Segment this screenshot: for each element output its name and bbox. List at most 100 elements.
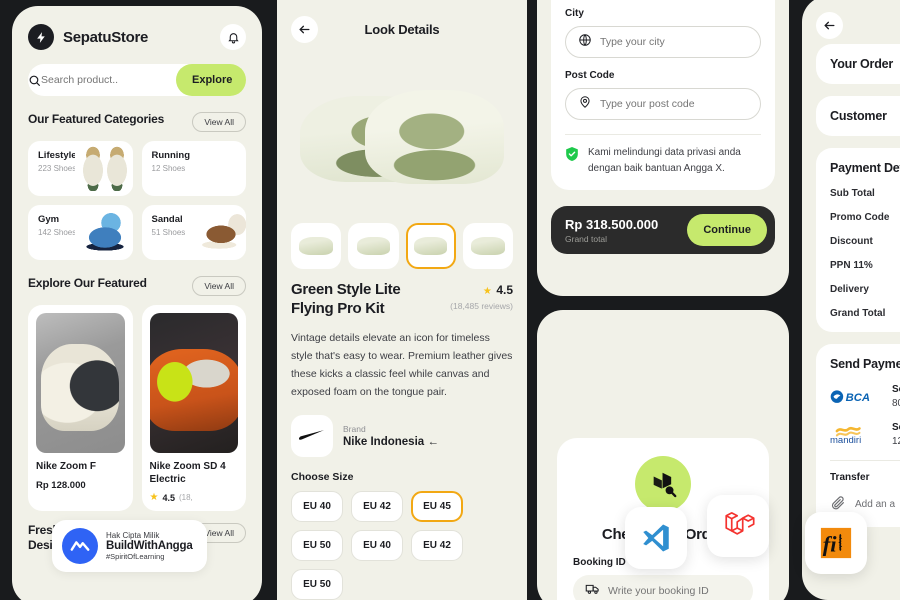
divider (830, 460, 900, 461)
rating-value: 4.5 (496, 283, 513, 297)
category-card[interactable]: Running 12 Shoes (141, 141, 246, 196)
size-option[interactable]: EU 50 (291, 568, 343, 600)
watermark-line-1: Hak Cipta Milik (106, 531, 160, 540)
look-details-screen: Look Details Green Style Lite Flying Pro… (277, 0, 527, 600)
page-title: Look Details (364, 21, 440, 37)
back-arrow-icon[interactable] (816, 11, 843, 39)
svg-text:fi: fi (823, 532, 838, 557)
postcode-field[interactable] (565, 88, 761, 120)
payment-row: Grand Total (830, 308, 886, 319)
booking-id-input[interactable] (608, 585, 741, 597)
address-form-card: City Post Code (551, 0, 775, 190)
your-order-card[interactable]: Your Order (816, 44, 900, 84)
thumbnail-item[interactable] (462, 223, 513, 269)
size-option[interactable]: EU 42 (351, 490, 403, 522)
city-input[interactable] (600, 36, 748, 48)
featured-categories-view-all[interactable]: View All (192, 112, 246, 132)
search-bar[interactable]: Explore (28, 64, 246, 96)
continue-button[interactable]: Continue (687, 214, 767, 246)
nike-swoosh-icon (291, 414, 333, 457)
postcode-label: Post Code (565, 70, 615, 81)
star-icon: ★ (149, 492, 159, 503)
explore-featured-title: Explore Our Featured (28, 276, 147, 290)
copyright-watermark: Hak Cipta Milik BuildWithAngga #SpiritOf… (52, 520, 207, 572)
payment-row: Discount (830, 236, 873, 247)
product-name: Nike Zoom SD 4 Electric (149, 461, 226, 485)
svg-text:mandiri: mandiri (830, 435, 861, 444)
star-icon: ★ (482, 286, 492, 297)
shield-check-icon (565, 145, 579, 167)
notification-bell-icon[interactable] (220, 24, 246, 50)
buildwithangga-logo-icon (62, 528, 98, 564)
size-option-selected[interactable]: EU 45 (411, 490, 463, 522)
brand-value: Nike Indonesia ← (343, 435, 439, 448)
product-name: Nike Zoom F (36, 461, 97, 472)
watermark-line-3: #SpiritOfLearning (106, 552, 165, 561)
search-icon (28, 74, 41, 87)
size-options: EU 40 EU 42 EU 45 EU 50 EU 40 EU 42 EU 5… (291, 490, 513, 600)
featured-categories-header: Our Featured Categories View All (28, 112, 246, 132)
size-option[interactable]: EU 50 (291, 529, 343, 561)
grand-total-bar: Rp 318.500.000 Grand total Continue (551, 206, 775, 254)
transfer-label: Transfer (830, 472, 870, 483)
featured-categories-title: Our Featured Categories (28, 112, 165, 126)
phone-address-screen: City Post Code (537, 0, 789, 296)
phone-review-screen: Review Your Order Customer Payment Detai… (802, 0, 900, 600)
product-image (149, 313, 238, 453)
grand-total-amount: Rp 318.500.000 (565, 216, 659, 232)
send-payment-title: Send Payment (830, 357, 900, 371)
explore-featured-header: Explore Our Featured View All (28, 276, 246, 296)
bolt-logo-icon (28, 24, 54, 50)
postcode-input[interactable] (600, 98, 748, 110)
category-card[interactable]: Lifestyle 223 Shoes (28, 141, 133, 196)
back-arrow-icon[interactable] (291, 15, 318, 43)
address-screen: City Post Code (537, 0, 789, 296)
vscode-icon (625, 507, 687, 569)
review-screen: Review Your Order Customer Payment Detai… (802, 0, 900, 600)
payment-row: Sub Total (830, 188, 875, 199)
category-thumbnail (188, 209, 246, 255)
customer-card[interactable]: Customer (816, 96, 900, 136)
category-thumbnail (74, 145, 133, 191)
explore-featured-view-all[interactable]: View All (192, 276, 246, 296)
screenshot-stage: SepatuStore Explore (0, 0, 900, 600)
category-card[interactable]: Gym 142 Shoes (28, 205, 133, 260)
bank-row[interactable]: mandiri Sepatu 12375 (830, 422, 900, 447)
your-order-title: Your Order (830, 57, 894, 71)
product-grid: Nike Zoom F Rp 128.000 Nike Zoom SD 4 El… (28, 305, 246, 511)
payment-details-title: Payment Details (830, 161, 900, 175)
brand-label: Brand (343, 423, 366, 434)
bank-account-number: 8008 (892, 398, 900, 409)
product-rating: 4.5 (162, 492, 175, 503)
booking-id-field[interactable] (573, 575, 753, 600)
phone-home-screen: SepatuStore Explore (12, 6, 262, 600)
home-screen: SepatuStore Explore (12, 6, 262, 600)
product-description: Vintage details elevate an icon for time… (291, 331, 513, 398)
size-option[interactable]: EU 40 (291, 490, 343, 522)
add-attachment-label: Add an a (855, 499, 896, 510)
search-input[interactable] (41, 74, 176, 86)
rating-block: ★ 4.5 (18,485 reviews) (450, 281, 513, 311)
size-option[interactable]: EU 40 (351, 529, 403, 561)
package-search-icon (635, 456, 691, 512)
product-card[interactable]: Nike Zoom F Rp 128.000 (28, 305, 133, 511)
brand-name: SepatuStore (63, 28, 149, 46)
size-heading: Choose Size (291, 470, 354, 483)
bank-account-name: Sepatu (892, 384, 900, 395)
thumbnail-item[interactable] (348, 223, 399, 269)
send-payment-card: Send Payment BCA Sepatu 8008 (816, 344, 900, 527)
product-price: Rp 128.000 (36, 479, 86, 491)
brand-row[interactable]: Brand Nike Indonesia ← (291, 414, 513, 457)
bank-account-name: Sepatu (892, 422, 900, 433)
product-image (36, 313, 125, 453)
size-option[interactable]: EU 42 (411, 529, 463, 561)
thumbnail-item[interactable] (291, 223, 342, 269)
product-card[interactable]: Nike Zoom SD 4 Electric ★ 4.5 (18, (141, 305, 246, 511)
thumbnail-item-selected[interactable] (405, 223, 456, 269)
category-card[interactable]: Sandal 51 Shoes (141, 205, 246, 260)
city-field[interactable] (565, 26, 761, 58)
bank-row[interactable]: BCA Sepatu 8008 (830, 384, 900, 409)
explore-button[interactable]: Explore (176, 64, 246, 96)
review-count: (18,485 reviews) (450, 301, 513, 311)
watermark-line-2: BuildWithAngga (106, 540, 193, 552)
